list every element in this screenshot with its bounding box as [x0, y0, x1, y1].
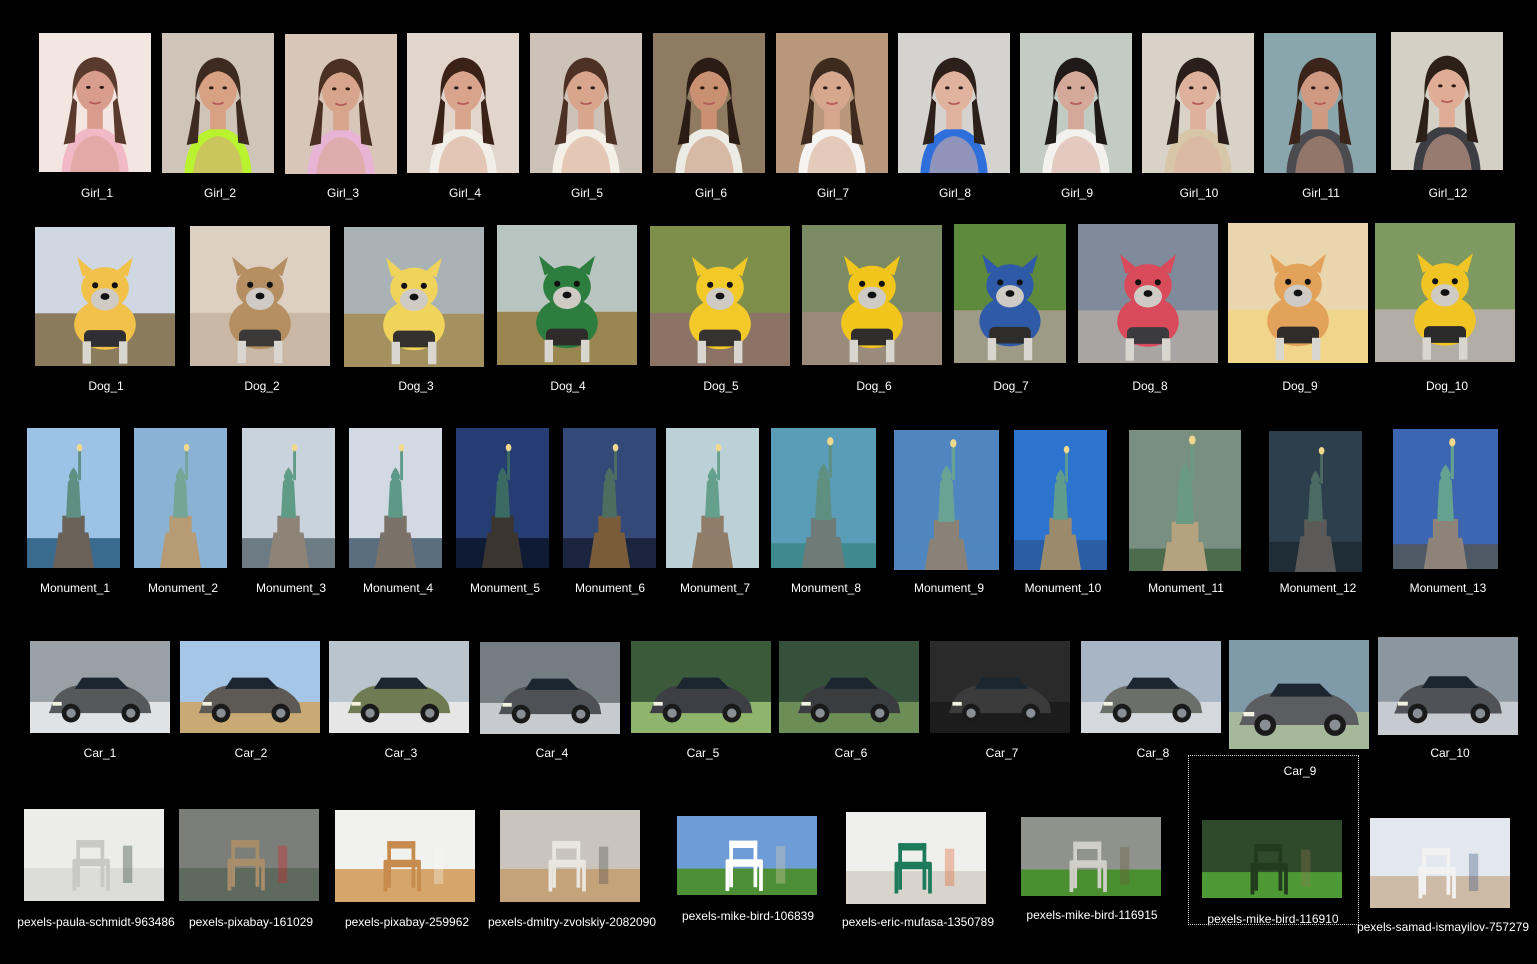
- car-thumbnail-image[interactable]: [779, 641, 919, 733]
- girl-thumbnail-image[interactable]: [530, 33, 642, 173]
- car-thumbnail-image[interactable]: [1378, 637, 1518, 735]
- chair-thumbnail-image[interactable]: [1021, 817, 1161, 896]
- monument-thumbnail-image[interactable]: [242, 428, 335, 568]
- chair-thumbnail-image[interactable]: [24, 809, 164, 901]
- girl-thumbnail-image[interactable]: [653, 33, 765, 173]
- chair-thumbnail-image[interactable]: [500, 810, 640, 902]
- dog-thumbnail-image[interactable]: [1078, 224, 1218, 363]
- girl-thumbnail-image[interactable]: [898, 33, 1010, 173]
- dog-thumbnail-image[interactable]: [650, 226, 790, 366]
- monument-thumbnail-image[interactable]: [666, 428, 759, 568]
- monument-thumbnail-image[interactable]: [349, 428, 442, 568]
- chair-thumbnail-image[interactable]: [335, 810, 475, 902]
- girl-thumbnail-image[interactable]: [776, 33, 888, 173]
- monument-thumbnail-image[interactable]: [563, 428, 656, 568]
- car-thumbnail-image[interactable]: [180, 641, 320, 733]
- girl-thumbnail-image[interactable]: [1020, 33, 1132, 173]
- monument-thumbnail-image[interactable]: [134, 428, 227, 568]
- dog-thumbnail-image[interactable]: [344, 227, 484, 367]
- monument-thumbnail-image[interactable]: [456, 428, 549, 568]
- girl-thumbnail-image[interactable]: [162, 33, 274, 173]
- dog-thumbnail-image[interactable]: [1228, 223, 1368, 363]
- car-thumbnail-image[interactable]: [30, 641, 170, 733]
- focus-rectangle: [1188, 755, 1359, 925]
- file-name-label[interactable]: Monument_13: [1348, 581, 1537, 595]
- chair-thumbnail-image[interactable]: [846, 812, 986, 904]
- chair-thumbnail-image[interactable]: [179, 809, 319, 901]
- car-thumbnail-image[interactable]: [631, 641, 771, 733]
- monument-thumbnail-image[interactable]: [1129, 430, 1241, 571]
- monument-thumbnail-image[interactable]: [894, 430, 999, 570]
- car-thumbnail-image[interactable]: [1229, 640, 1369, 749]
- file-name-label[interactable]: pexels-dmitry-zvolskiy-2082090: [472, 915, 672, 929]
- monument-thumbnail-image[interactable]: [1269, 431, 1362, 572]
- file-name-label[interactable]: Car_10: [1350, 746, 1537, 760]
- girl-thumbnail-image[interactable]: [39, 33, 151, 172]
- dog-thumbnail-image[interactable]: [497, 225, 637, 365]
- dog-thumbnail-image[interactable]: [35, 227, 175, 366]
- monument-thumbnail-image[interactable]: [27, 428, 120, 568]
- car-thumbnail-image[interactable]: [930, 641, 1070, 733]
- girl-thumbnail-image[interactable]: [1264, 33, 1376, 173]
- car-thumbnail-image[interactable]: [329, 641, 469, 733]
- file-name-label[interactable]: Girl_12: [1348, 186, 1537, 200]
- car-thumbnail-image[interactable]: [1081, 641, 1221, 733]
- file-name-label[interactable]: pexels-mike-bird-116915: [992, 908, 1192, 922]
- chair-thumbnail-image[interactable]: [677, 816, 817, 895]
- dog-thumbnail-image[interactable]: [802, 225, 942, 365]
- dog-thumbnail-image[interactable]: [1375, 223, 1515, 362]
- file-name-label[interactable]: pexels-samad-ismayilov-757279: [1343, 920, 1537, 934]
- girl-thumbnail-image[interactable]: [407, 33, 519, 173]
- monument-thumbnail-image[interactable]: [771, 428, 876, 568]
- girl-thumbnail-image[interactable]: [285, 34, 397, 174]
- girl-thumbnail-image[interactable]: [1142, 33, 1254, 173]
- file-name-label[interactable]: pexels-eric-mufasa-1350789: [818, 915, 1018, 929]
- file-name-label[interactable]: Dog_10: [1347, 379, 1537, 393]
- girl-thumbnail-image[interactable]: [1391, 32, 1503, 170]
- monument-thumbnail-image[interactable]: [1393, 429, 1498, 569]
- dog-thumbnail-image[interactable]: [954, 224, 1066, 363]
- monument-thumbnail-image[interactable]: [1014, 430, 1107, 570]
- car-thumbnail-image[interactable]: [480, 642, 620, 734]
- chair-thumbnail-image[interactable]: [1370, 818, 1510, 908]
- dog-thumbnail-image[interactable]: [190, 226, 330, 366]
